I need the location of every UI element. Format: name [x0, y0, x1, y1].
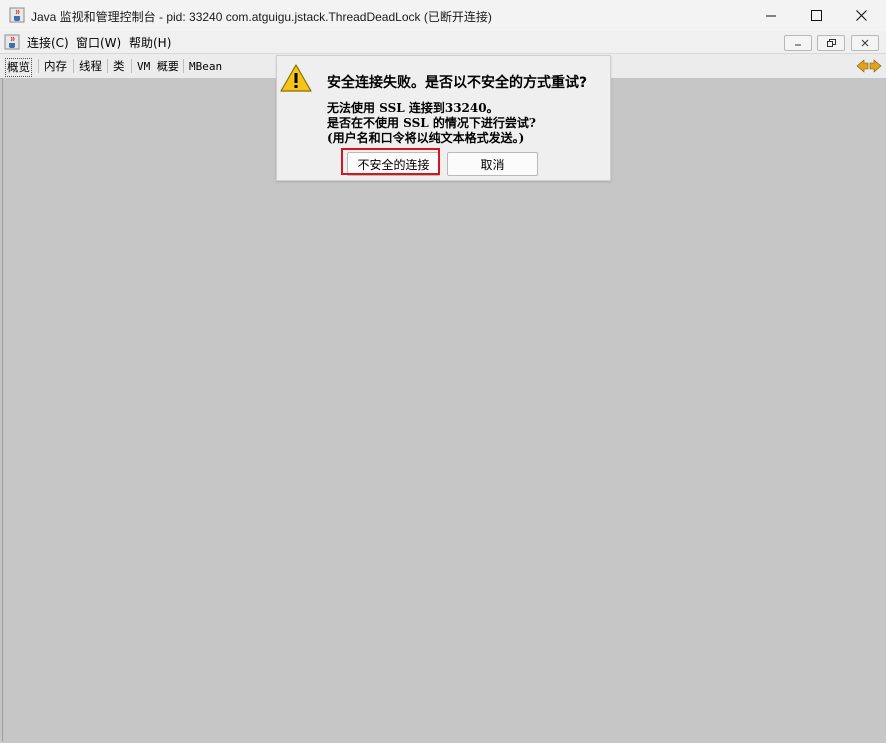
java-cup-icon[interactable]	[4, 34, 20, 50]
dialog-heading: 安全连接失败。是否以不安全的方式重试?	[327, 75, 588, 91]
highlight-box	[341, 148, 440, 175]
dialog-message-line-3: (用户名和口令将以纯文本格式发送。)	[327, 131, 525, 145]
menu-window[interactable]: 窗口(W)	[76, 34, 121, 51]
close-icon	[861, 39, 869, 47]
insecure-connection-dialog: 安全连接失败。是否以不安全的方式重试? 无法使用 SSL 连接到33240。 是…	[276, 55, 611, 181]
tab-classes[interactable]: 类	[112, 58, 126, 75]
mdi-close-button[interactable]	[851, 35, 879, 51]
tab-threads[interactable]: 线程	[78, 58, 103, 75]
tab-separator	[73, 59, 74, 73]
tab-vm-summary[interactable]: VM 概要	[136, 58, 180, 75]
window-title: Java 监视和管理控制台 - pid: 33240 com.atguigu.j…	[31, 10, 492, 24]
tab-scroll-arrows-icon[interactable]	[856, 59, 882, 73]
tab-separator	[107, 59, 108, 73]
tab-separator	[183, 59, 184, 73]
maximize-icon	[810, 10, 822, 21]
close-icon	[855, 10, 867, 21]
tab-mbean[interactable]: MBean	[188, 58, 223, 75]
java-cup-icon	[9, 7, 25, 23]
minimize-icon	[766, 15, 776, 16]
jconsole-window: Java 监视和管理控制台 - pid: 33240 com.atguigu.j…	[0, 0, 886, 743]
cancel-button[interactable]: 取消	[447, 152, 538, 176]
title-bar[interactable]: Java 监视和管理控制台 - pid: 33240 com.atguigu.j…	[0, 0, 886, 31]
minimize-button[interactable]	[748, 0, 794, 31]
minimize-icon	[795, 44, 801, 46]
mdi-minimize-button[interactable]	[784, 35, 812, 51]
tab-separator	[38, 59, 39, 73]
tab-separator	[131, 59, 132, 73]
close-button[interactable]	[838, 0, 884, 31]
menu-bar: 连接(C) 窗口(W) 帮助(H)	[0, 31, 886, 53]
warning-icon	[280, 64, 312, 92]
restore-icon	[826, 39, 836, 47]
menu-connection[interactable]: 连接(C)	[27, 34, 69, 51]
maximize-button[interactable]	[793, 0, 839, 31]
tab-overview[interactable]: 概览	[5, 58, 32, 77]
tab-memory[interactable]: 内存	[43, 58, 68, 75]
menu-help[interactable]: 帮助(H)	[129, 34, 171, 51]
mdi-restore-button[interactable]	[817, 35, 845, 51]
